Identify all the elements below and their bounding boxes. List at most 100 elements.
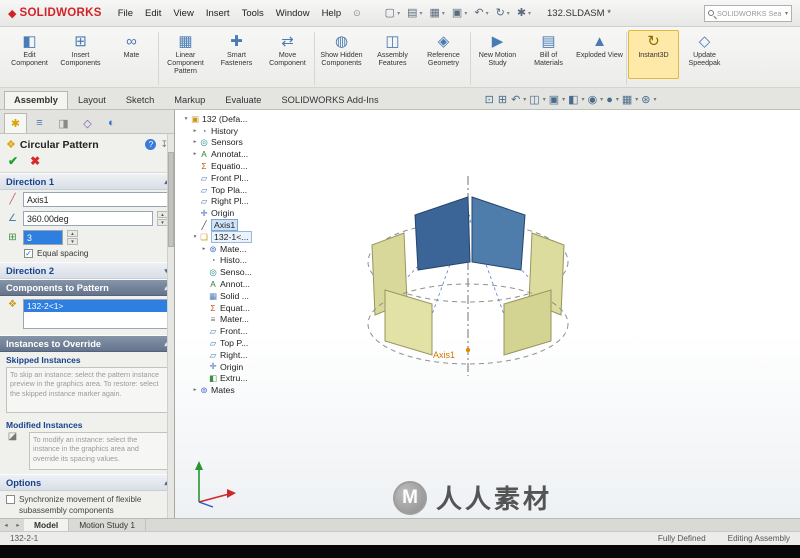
exploded-view-button[interactable]: ▲ Exploded View xyxy=(574,30,625,79)
chevron-down-icon[interactable]: ▾ xyxy=(507,10,510,17)
axis-annotation[interactable]: Axis1 xyxy=(433,350,455,360)
direction2-header[interactable]: Direction 2 ▾ xyxy=(0,262,174,279)
tab-solidworks-add-ins[interactable]: SOLIDWORKS Add-Ins xyxy=(271,91,388,109)
chevron-down-icon[interactable]: ▾ xyxy=(419,10,422,17)
tree-item[interactable]: ▱ Right Pl... xyxy=(180,196,292,208)
feature-manager-tab[interactable]: ≡ xyxy=(28,113,51,133)
tree-item[interactable]: A Annot... xyxy=(180,278,292,290)
tree-item[interactable]: ▸ ⊚ Mate... xyxy=(180,243,292,255)
dimxpert-manager-tab[interactable]: ◇ xyxy=(76,113,99,133)
chevron-down-icon[interactable]: ▾ xyxy=(442,10,445,17)
pattern-instance-panel[interactable] xyxy=(384,289,433,356)
edit-appearance-icon[interactable]: ● xyxy=(605,94,614,106)
new-button[interactable]: ▢ xyxy=(383,7,397,20)
panel-scrollbar[interactable] xyxy=(167,134,174,518)
display-style-icon[interactable]: ◧ xyxy=(567,93,579,106)
chevron-down-icon[interactable]: ▾ xyxy=(635,96,638,103)
move-component-button[interactable]: ⇄ Move Component xyxy=(262,30,313,79)
tree-item[interactable]: ▱ Top Pla... xyxy=(180,184,292,196)
chevron-down-icon[interactable]: ▾ xyxy=(528,10,531,17)
chevron-down-icon[interactable]: ▾ xyxy=(616,96,619,103)
rebuild-button[interactable]: ↻ xyxy=(494,7,507,20)
reference-geometry-button[interactable]: ◈ Reference Geometry xyxy=(418,30,469,79)
previous-view-icon[interactable]: ↶ xyxy=(510,93,521,106)
options-header[interactable]: Options ▴ xyxy=(0,474,174,491)
tree-item[interactable]: ▸ ◎ Sensors xyxy=(180,137,292,149)
tree-item[interactable]: ▱ Top P... xyxy=(180,337,292,349)
tree-item[interactable]: ≡ Mater... xyxy=(180,314,292,326)
seed-component-panel[interactable] xyxy=(414,196,471,271)
undo-button[interactable]: ↶ xyxy=(472,7,485,20)
chevron-down-icon[interactable]: ▾ xyxy=(486,10,489,17)
scroll-right-icon[interactable]: ▸ xyxy=(12,519,24,531)
scroll-left-icon[interactable]: ◂ xyxy=(0,519,12,531)
menu-window[interactable]: Window xyxy=(270,6,316,21)
section-view-icon[interactable]: ◫ xyxy=(528,93,540,106)
menu-file[interactable]: File xyxy=(112,6,139,21)
chevron-right-icon[interactable]: ▸ xyxy=(191,387,199,393)
instances-spinner[interactable]: ▲ ▼ xyxy=(67,230,78,245)
view-orientation-icon[interactable]: ▣ xyxy=(548,93,560,106)
instances-to-override-header[interactable]: Instances to Override ▴ xyxy=(0,335,174,352)
angle-field[interactable]: 360.00deg xyxy=(23,211,153,226)
save-button[interactable]: ▦ xyxy=(428,7,442,20)
tree-item[interactable]: ▸ ⊚ Mates xyxy=(180,384,292,396)
menu-help[interactable]: Help xyxy=(316,6,348,21)
assembly-features-button[interactable]: ◫ Assembly Features xyxy=(367,30,418,79)
tree-item[interactable]: ▱ Front... xyxy=(180,325,292,337)
chevron-down-icon[interactable]: ▾ xyxy=(600,96,603,103)
configuration-manager-tab[interactable]: ◨ xyxy=(52,113,75,133)
skipped-instances-box[interactable]: To skip an instance: select the pattern … xyxy=(6,367,168,413)
tab-markup[interactable]: Markup xyxy=(164,91,215,109)
chevron-down-icon[interactable]: ▾ xyxy=(543,96,546,103)
chevron-down-icon[interactable]: ▾ xyxy=(464,10,467,17)
sync-checkbox[interactable] xyxy=(6,495,15,504)
hide-show-items-icon[interactable]: ◉ xyxy=(587,93,599,106)
chevron-down-icon[interactable]: ▾ xyxy=(523,96,526,103)
graphics-area[interactable]: ▾ ▣ 132 (Defa... ▸ ◔ History ▸ ◎ Sensors ▸ A Annota… xyxy=(175,110,800,518)
tree-item[interactable]: ╱ Axis1 xyxy=(180,219,292,231)
seed-component-panel[interactable] xyxy=(471,196,526,271)
help-icon[interactable]: ? xyxy=(145,139,157,150)
apply-scene-icon[interactable]: ▦ xyxy=(621,93,633,106)
tree-item[interactable]: ◎ Senso... xyxy=(180,266,292,278)
instant3d-button[interactable]: ↻ Instant3D xyxy=(628,30,679,79)
component-list-item[interactable]: 132-2<1> xyxy=(24,300,167,312)
print-button[interactable]: ▣ xyxy=(450,7,464,20)
display-manager-tab[interactable]: ◐ xyxy=(100,113,123,133)
tree-item[interactable]: ◧ Extru... xyxy=(180,373,292,385)
new-motion-study-button[interactable]: ▶ New Motion Study xyxy=(472,30,523,79)
chevron-down-icon[interactable]: ▾ xyxy=(397,10,400,17)
components-to-pattern-header[interactable]: Components to Pattern ▴ xyxy=(0,279,174,296)
tree-item[interactable]: ✛ Origin xyxy=(180,361,292,373)
tree-item[interactable]: ▱ Right... xyxy=(180,349,292,361)
direction1-header[interactable]: Direction 1 ▴ xyxy=(0,173,174,190)
chevron-right-icon[interactable]: ▸ xyxy=(191,128,199,134)
search-box[interactable]: SOLIDWORKS Search ▾ xyxy=(704,4,792,22)
tree-item[interactable]: ▦ Solid ... xyxy=(180,290,292,302)
scrollbar-thumb[interactable] xyxy=(168,152,174,247)
show-hidden-components-button[interactable]: ◍ Show Hidden Components xyxy=(316,30,367,79)
property-manager-tab[interactable]: ✱ xyxy=(4,113,27,133)
tree-item[interactable]: ▾ ❏ 132-1<... xyxy=(180,230,292,243)
pin-icon[interactable]: ⊙ xyxy=(353,8,361,19)
chevron-right-icon[interactable]: ▸ xyxy=(191,139,199,145)
insert-components-button[interactable]: ⊞ Insert Components xyxy=(55,30,106,79)
chevron-down-icon[interactable]: ▾ xyxy=(785,10,788,17)
equal-spacing-checkbox[interactable]: ✓ xyxy=(24,249,33,258)
menu-view[interactable]: View xyxy=(167,6,199,21)
modified-instances-box[interactable]: To modify an instance: select the instan… xyxy=(29,432,168,470)
axis-field[interactable]: Axis1 xyxy=(23,192,168,207)
pattern-instance-panel[interactable] xyxy=(503,289,552,356)
tab-sketch[interactable]: Sketch xyxy=(116,91,164,109)
cancel-button[interactable]: ✖ xyxy=(30,154,40,168)
ok-button[interactable]: ✔ xyxy=(8,154,18,168)
mate-button[interactable]: ∞ Mate xyxy=(106,30,157,79)
bill-of-materials-button[interactable]: ▤ Bill of Materials xyxy=(523,30,574,79)
linear-component-pattern-button[interactable]: ▦ Linear Component Pattern xyxy=(160,30,211,79)
zoom-fit-icon[interactable]: ⊡ xyxy=(484,93,495,106)
axis-point[interactable] xyxy=(465,347,471,353)
components-listbox[interactable]: 132-2<1> xyxy=(23,299,168,329)
sync-option-row[interactable]: Synchronize movement of flexible subasse… xyxy=(0,491,174,518)
chevron-down-icon[interactable]: ▾ xyxy=(562,96,565,103)
